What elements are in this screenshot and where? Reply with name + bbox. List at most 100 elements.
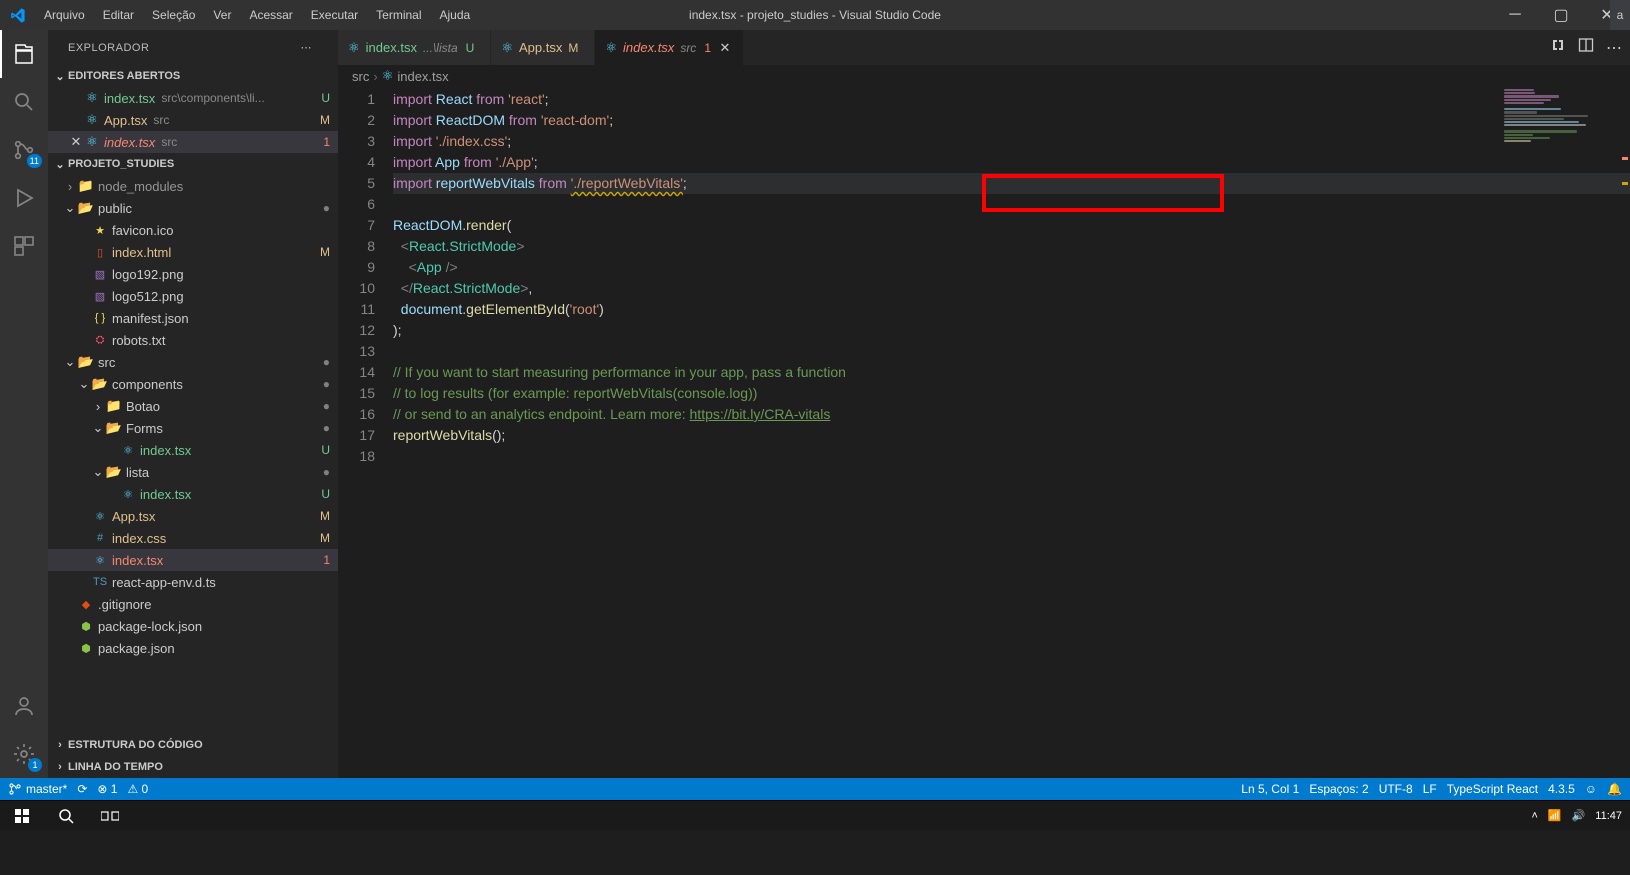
open-editors-section[interactable]: ⌄ EDITORES ABERTOS: [48, 65, 338, 87]
open-editor-item[interactable]: ⚛index.tsxsrc\components\li...U: [48, 87, 338, 109]
close-icon[interactable]: ✕: [68, 134, 84, 150]
react-icon: ⚛: [84, 112, 100, 128]
file-item[interactable]: ★favicon.ico: [48, 219, 338, 241]
activity-search[interactable]: [0, 78, 48, 126]
folder-item[interactable]: ⌄📂public●: [48, 197, 338, 219]
project-section[interactable]: ⌄ PROJETO_STUDIES: [48, 153, 338, 175]
git-status-badge: M: [314, 531, 330, 545]
chevron-down-icon: ⌄: [52, 70, 68, 83]
code-editor[interactable]: 123456789101112131415161718 import React…: [338, 87, 1630, 778]
tray-volume-icon[interactable]: 🔊: [1572, 809, 1586, 822]
minimize-button[interactable]: ─: [1492, 0, 1538, 30]
status-errors[interactable]: ⊗ 1: [97, 782, 117, 796]
maximize-button[interactable]: ▢: [1538, 0, 1584, 30]
file-icon: ⬢: [78, 620, 94, 633]
item-label: package-lock.json: [98, 619, 202, 634]
more-actions-icon[interactable]: ⋯: [1606, 38, 1622, 58]
folder-item[interactable]: ⌄📂lista●: [48, 461, 338, 483]
file-item[interactable]: ⚛index.tsxU: [48, 439, 338, 461]
scrollbar-vertical[interactable]: [1616, 87, 1630, 778]
outline-section[interactable]: › ESTRUTURA DO CÓDIGO: [48, 734, 338, 756]
file-item[interactable]: ▯index.htmlM: [48, 241, 338, 263]
folder-item[interactable]: ›📁node_modules: [48, 175, 338, 197]
file-item[interactable]: ▧logo192.png: [48, 263, 338, 285]
timeline-section[interactable]: › LINHA DO TEMPO: [48, 756, 338, 778]
git-status-badge: M: [568, 41, 578, 55]
activity-account[interactable]: [0, 682, 48, 730]
status-feedback[interactable]: ☺: [1585, 782, 1597, 796]
activity-settings[interactable]: 1: [0, 730, 48, 778]
status-spaces[interactable]: Espaços: 2: [1309, 782, 1368, 796]
breadcrumbs[interactable]: src › ⚛ index.tsx: [338, 65, 1630, 87]
chevron-down-icon: ⌄: [90, 420, 106, 436]
scroll-marker-error: [1622, 157, 1628, 160]
status-ext-version[interactable]: 4.3.5: [1548, 782, 1575, 796]
open-editors-label: EDITORES ABERTOS: [68, 70, 180, 82]
file-item[interactable]: ⚛App.tsxM: [48, 505, 338, 527]
open-editor-item[interactable]: ✕⚛index.tsxsrc1: [48, 131, 338, 153]
menu-item[interactable]: Ver: [204, 8, 240, 22]
item-label: package.json: [98, 641, 175, 656]
file-item[interactable]: ⚛index.tsxU: [48, 483, 338, 505]
status-eol[interactable]: LF: [1423, 782, 1437, 796]
activity-extensions[interactable]: [0, 222, 48, 270]
editor-tab[interactable]: ⚛App.tsxM: [491, 30, 595, 65]
file-item[interactable]: ⬢package.json: [48, 637, 338, 659]
taskbar-search[interactable]: [44, 801, 88, 831]
status-warnings[interactable]: ⚠ 0: [127, 782, 148, 796]
status-sync[interactable]: ⟳: [77, 782, 87, 796]
file-item[interactable]: ⬢ package-lock.json: [48, 615, 338, 637]
file-icon: { }: [92, 312, 108, 324]
tray-chevron-icon[interactable]: ˄: [1531, 810, 1537, 822]
file-item[interactable]: { }manifest.json: [48, 307, 338, 329]
activity-scm[interactable]: 11: [0, 126, 48, 174]
tray-network-icon[interactable]: 📶: [1548, 809, 1562, 822]
close-icon[interactable]: ✕: [717, 40, 733, 56]
compare-changes-icon[interactable]: [1550, 37, 1566, 58]
status-branch[interactable]: master*: [8, 782, 67, 796]
sidebar-more-icon[interactable]: ⋯: [301, 41, 319, 54]
file-item[interactable]: ▧logo512.png: [48, 285, 338, 307]
file-item[interactable]: TSreact-app-env.d.ts: [48, 571, 338, 593]
status-encoding[interactable]: UTF-8: [1379, 782, 1413, 796]
editor-tab[interactable]: ⚛index.tsxsrc1✕: [595, 30, 744, 65]
folder-item[interactable]: ›📁Botao●: [48, 395, 338, 417]
file-item[interactable]: ⛭robots.txt: [48, 329, 338, 351]
split-editor-icon[interactable]: [1578, 37, 1594, 58]
activity-run[interactable]: [0, 174, 48, 222]
breadcrumb-segment[interactable]: index.tsx: [397, 69, 448, 84]
status-language[interactable]: TypeScript React: [1447, 782, 1538, 796]
item-label: index.tsx: [140, 443, 191, 458]
item-label: App.tsx: [112, 509, 155, 524]
item-label: robots.txt: [112, 333, 165, 348]
taskbar-clock[interactable]: 11:47: [1595, 810, 1622, 822]
menu-item[interactable]: Editar: [94, 8, 143, 22]
menu-item[interactable]: Executar: [302, 8, 367, 22]
menu-item[interactable]: Terminal: [367, 8, 430, 22]
file-item[interactable]: ◆.gitignore: [48, 593, 338, 615]
menu-item[interactable]: Acessar: [240, 8, 301, 22]
tab-title: App.tsx: [519, 40, 562, 55]
file-item[interactable]: ⚛index.tsx1: [48, 549, 338, 571]
item-label: src: [98, 355, 115, 370]
status-position[interactable]: Ln 5, Col 1: [1241, 782, 1299, 796]
task-view[interactable]: [88, 801, 132, 831]
breadcrumb-segment[interactable]: src: [352, 69, 369, 84]
file-icon: ▧: [92, 268, 108, 281]
code-content[interactable]: import React from 'react';import ReactDO…: [393, 87, 1630, 778]
folder-item[interactable]: ⌄📂components●: [48, 373, 338, 395]
start-button[interactable]: [0, 801, 44, 831]
folder-item[interactable]: ⌄📂Forms●: [48, 417, 338, 439]
tabs-bar: ⚛index.tsx...\listaU⚛App.tsxM⚛index.tsxs…: [338, 30, 1630, 65]
open-editor-item[interactable]: ⚛App.tsxsrcM: [48, 109, 338, 131]
folder-item[interactable]: ⌄📂src●: [48, 351, 338, 373]
editor-tab[interactable]: ⚛index.tsx...\listaU: [338, 30, 491, 65]
menu-item[interactable]: Ajuda: [431, 8, 480, 22]
window-title: index.tsx - projeto_studies - Visual Stu…: [689, 8, 941, 22]
status-notifications[interactable]: 🔔: [1607, 782, 1622, 796]
menu-item[interactable]: Seleção: [143, 8, 204, 22]
menu-item[interactable]: Arquivo: [35, 8, 94, 22]
activity-explorer[interactable]: [0, 30, 48, 78]
file-item[interactable]: #index.cssM: [48, 527, 338, 549]
chevron-down-icon: ⌄: [62, 200, 78, 216]
